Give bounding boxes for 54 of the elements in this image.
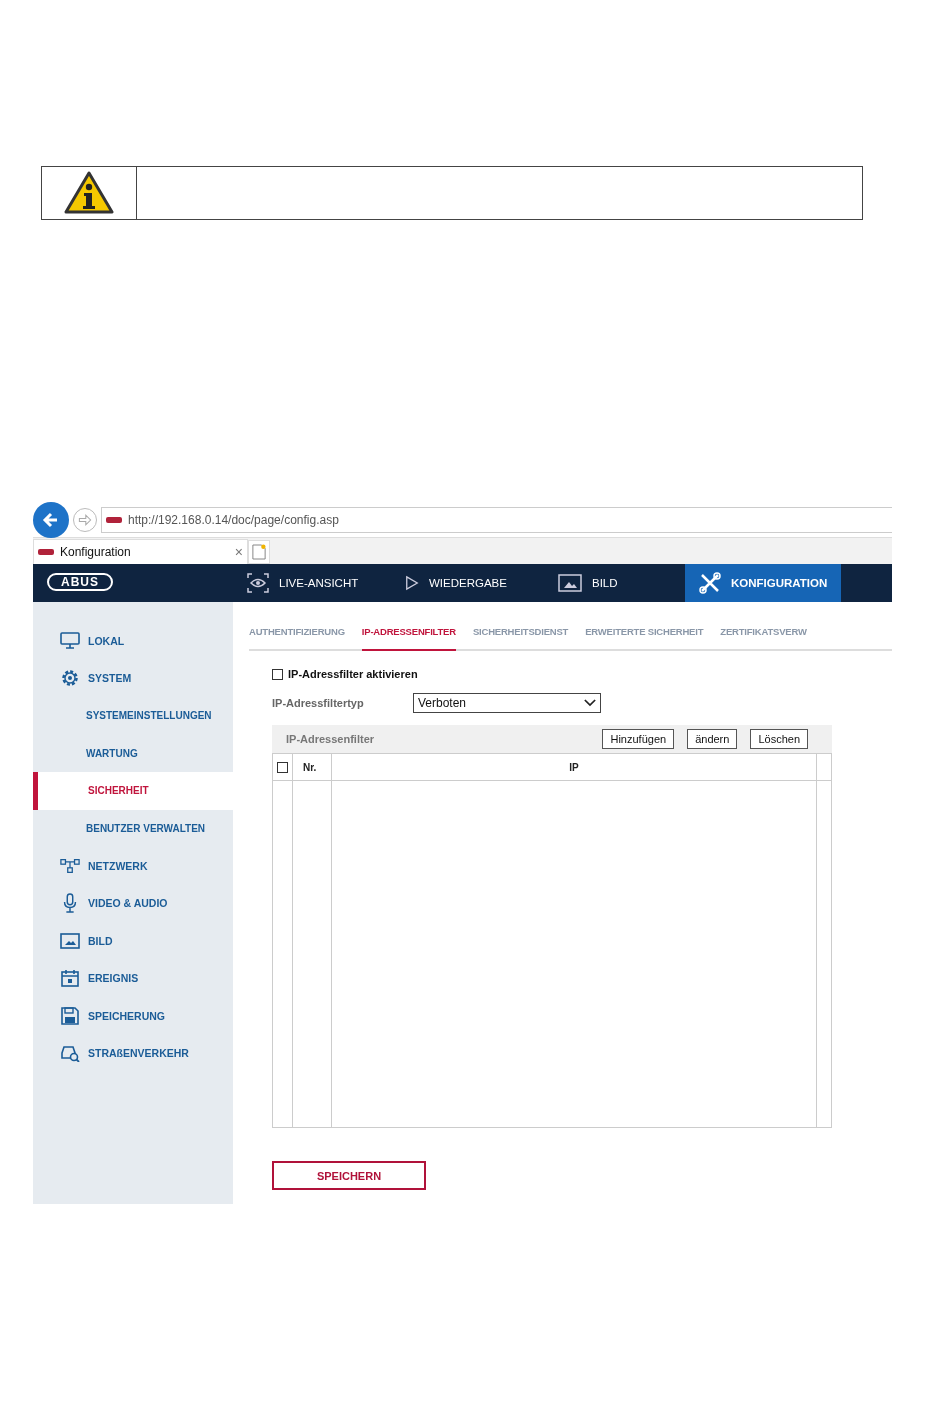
caret-icon: [584, 699, 596, 707]
image-icon: [60, 932, 80, 949]
sidebar-subitem[interactable]: SICHERHEIT: [33, 772, 233, 810]
tools-icon: [699, 572, 721, 594]
address-bar[interactable]: http://192.168.0.14/doc/page/config.asp: [101, 507, 892, 533]
checkbox[interactable]: [272, 668, 283, 680]
browser-tab[interactable]: Konfiguration ×: [33, 539, 248, 564]
nav-tab[interactable]: BILD: [544, 564, 685, 602]
table-action-button[interactable]: Löschen: [750, 729, 808, 749]
site-icon: [38, 549, 54, 555]
column-header: Nr.: [303, 761, 317, 773]
sidebar-item[interactable]: LOKAL: [33, 622, 233, 660]
logo: ABUS: [47, 573, 113, 591]
tab[interactable]: ZERTIFIKATSVERW: [720, 626, 807, 651]
forward-arrow-icon: [77, 512, 93, 528]
sidebar-subitem[interactable]: BENUTZER VERWALTEN: [33, 809, 233, 847]
tab[interactable]: ERWEITERTE SICHERHEIT: [585, 626, 704, 651]
table-action-button[interactable]: ändern: [687, 729, 738, 749]
nav-tab[interactable]: LIVE-ANSICHT: [233, 564, 391, 602]
monitor-icon: [60, 631, 80, 650]
sidebar-item[interactable]: VIDEO & AUDIO: [33, 884, 233, 922]
sidebar-subitem[interactable]: WARTUNG: [33, 734, 233, 772]
warning-info-icon: [64, 171, 114, 215]
play-icon: [405, 575, 419, 591]
sidebar-item[interactable]: SYSTEM: [33, 659, 233, 697]
nav-tab[interactable]: WIEDERGABE: [391, 564, 544, 602]
sidebar-item[interactable]: NETZWERK: [33, 847, 233, 885]
tab[interactable]: AUTHENTIFIZIERUNG: [249, 626, 345, 651]
close-tab-button[interactable]: ×: [234, 544, 243, 560]
select-all-checkbox[interactable]: [277, 761, 288, 773]
dropdown[interactable]: Verboten: [413, 693, 601, 713]
sidebar-subitem[interactable]: SYSTEMEINSTELLUNGEN: [33, 697, 233, 735]
save-button[interactable]: SPEICHERN: [272, 1161, 426, 1190]
field-label: IP-Adressfiltertyp: [272, 697, 365, 709]
image-icon: [558, 574, 582, 592]
tab[interactable]: SICHERHEITSDIENST: [472, 626, 569, 651]
gear-icon: [60, 668, 80, 689]
panel-title: IP-Adressenfilter: [286, 733, 375, 745]
checkbox-label: IP-Adressfilter aktivieren: [288, 668, 418, 680]
sidebar-item[interactable]: SPEICHERUNG: [33, 997, 233, 1035]
tab-title: Konfiguration: [60, 545, 132, 559]
table-action-button[interactable]: Hinzufügen: [602, 729, 675, 749]
network-icon: [60, 856, 80, 875]
site-icon: [106, 517, 122, 523]
sidebar-item[interactable]: EREIGNIS: [33, 959, 233, 997]
nav-tab[interactable]: KONFIGURATION: [685, 564, 842, 602]
tab[interactable]: IP-ADRESSENFILTER: [361, 626, 456, 651]
back-button[interactable]: [33, 502, 69, 538]
column-header: IP: [569, 761, 579, 773]
calendar-icon: [60, 969, 80, 988]
car-search-icon: [60, 1044, 80, 1063]
eye-icon: [247, 573, 269, 593]
sidebar-item[interactable]: STRAßENVERKEHR: [33, 1034, 233, 1072]
sidebar-item[interactable]: BILD: [33, 922, 233, 960]
